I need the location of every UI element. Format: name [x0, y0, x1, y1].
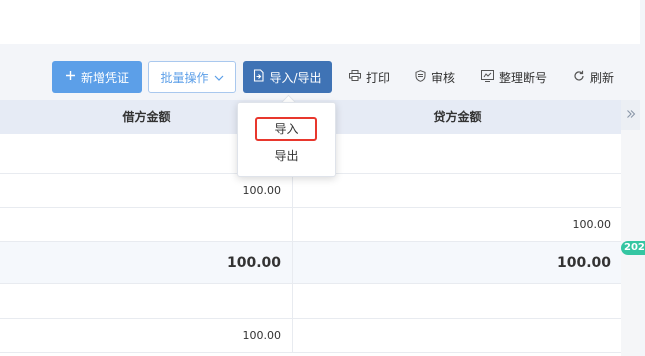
import-menu-item[interactable]: 导入 — [238, 116, 335, 142]
chevron-down-icon — [214, 70, 224, 84]
debit-amount-cell: 100.00 — [0, 174, 293, 207]
credit-amount-header: 贷方金额 — [433, 110, 482, 124]
import-export-button[interactable]: 导入/导出 — [243, 61, 332, 93]
new-voucher-button[interactable]: 新增凭证 — [52, 61, 142, 93]
credit-total-cell: 100.00 — [556, 254, 611, 271]
credit-amount-cell — [294, 174, 621, 207]
audit-label: 审核 — [431, 70, 456, 85]
table-row[interactable]: 100.00 — [0, 208, 621, 242]
debit-total-cell: 100.00 — [0, 242, 293, 283]
total-row: 100.00 100.00 — [0, 242, 621, 284]
refresh-label: 刷新 — [590, 70, 615, 85]
import-export-label: 导入/导出 — [269, 70, 322, 85]
table-row[interactable]: 100.00 — [0, 319, 621, 353]
credit-amount-cell — [294, 284, 621, 318]
table-row[interactable]: 100.00 — [0, 174, 621, 208]
audit-button[interactable]: 审核 — [415, 61, 455, 93]
credit-amount-cell — [294, 134, 621, 173]
debit-amount-cell — [0, 284, 293, 318]
renumber-label: 整理断号 — [499, 70, 548, 85]
table-row[interactable] — [0, 284, 621, 319]
print-label: 打印 — [366, 70, 391, 85]
export-menu-item[interactable]: 导出 — [238, 143, 335, 169]
batch-operations-label: 批量操作 — [160, 70, 209, 85]
page-background — [640, 0, 645, 44]
side-panel-toggle[interactable] — [621, 100, 640, 130]
credit-amount-cell — [294, 319, 621, 352]
debit-amount-cell: 100.00 — [0, 319, 293, 352]
shield-icon — [415, 69, 426, 85]
refresh-icon — [573, 70, 585, 85]
renumber-icon — [481, 69, 494, 85]
debit-amount-cell — [0, 208, 293, 241]
import-file-icon — [253, 69, 265, 85]
batch-operations-button[interactable]: 批量操作 — [148, 61, 236, 93]
refresh-button[interactable]: 刷新 — [573, 61, 614, 93]
plus-icon — [65, 70, 76, 84]
page-scrollbar[interactable] — [640, 100, 645, 356]
new-voucher-label: 新增凭证 — [80, 70, 129, 85]
credit-amount-cell: 100.00 — [572, 218, 612, 231]
printer-icon — [349, 70, 361, 84]
top-panel — [0, 0, 640, 44]
year-badge[interactable]: 202 — [621, 241, 645, 255]
double-chevron-right-icon — [626, 108, 636, 123]
renumber-button[interactable]: 整理断号 — [481, 61, 547, 93]
import-export-dropdown: 导入 导出 — [237, 102, 336, 177]
print-button[interactable]: 打印 — [349, 61, 390, 93]
